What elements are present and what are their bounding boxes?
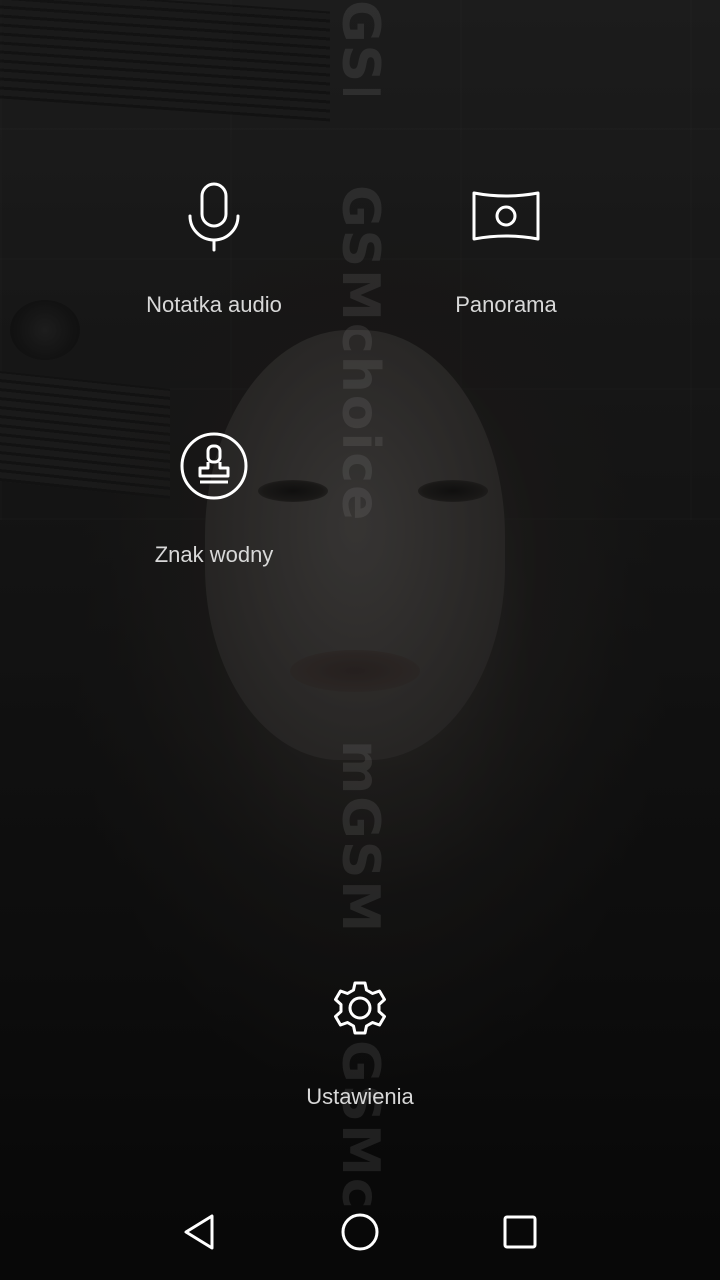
gear-icon (324, 972, 396, 1044)
back-button[interactable] (168, 1200, 232, 1264)
recents-square-icon (503, 1215, 537, 1249)
watermark-button[interactable]: Znak wodny (84, 430, 344, 568)
navigation-bar (0, 1184, 720, 1280)
camera-screen: GSM GSMchoice mGSM GSMc Notatka audio Pa… (0, 0, 720, 1280)
watermark-label: Znak wodny (154, 542, 274, 567)
panorama-button[interactable]: Panorama (376, 180, 636, 318)
panorama-label: Panorama (455, 292, 557, 317)
settings-button[interactable]: Ustawienia (230, 972, 490, 1110)
settings-label: Ustawienia (306, 1084, 414, 1109)
home-button[interactable] (328, 1200, 392, 1264)
panorama-icon (470, 180, 542, 252)
audio-note-label: Notatka audio (146, 292, 282, 317)
stamp-icon (178, 430, 250, 502)
audio-note-button[interactable]: Notatka audio (84, 180, 344, 318)
recents-button[interactable] (488, 1200, 552, 1264)
watermark-text: GSM (330, 0, 390, 95)
microphone-icon (178, 180, 250, 252)
back-triangle-icon (184, 1214, 214, 1250)
home-circle-icon (341, 1213, 379, 1251)
watermark-text: mGSM (330, 740, 390, 935)
